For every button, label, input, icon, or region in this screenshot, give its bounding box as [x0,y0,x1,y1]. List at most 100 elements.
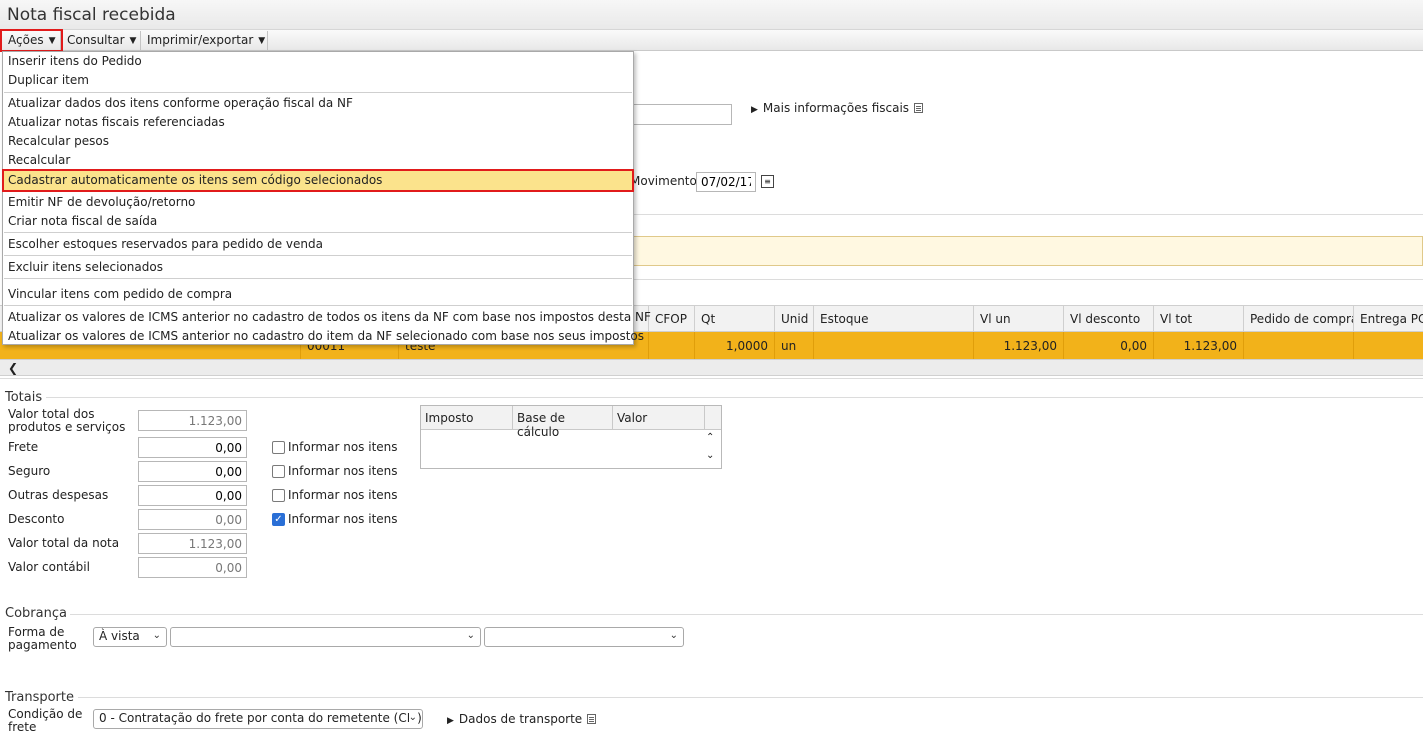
col-cfop[interactable]: CFOP [648,306,694,332]
seguro-informar-checkbox[interactable] [272,465,285,478]
menu-item-escolher-estoques[interactable]: Escolher estoques reservados para pedido… [3,236,633,254]
menu-item-vincular-pedido-compra[interactable]: Vincular itens com pedido de compra [3,286,633,304]
col-valor[interactable]: Valor [613,406,705,430]
outras-despesas-label: Outras despesas [8,488,109,502]
valor-contabil-input[interactable] [138,557,247,578]
menu-item-criar-nf-saida[interactable]: Criar nota fiscal de saída [3,213,633,231]
caret-down-icon: ▼ [129,36,137,46]
menu-separator [4,255,632,256]
col-estoque[interactable]: Estoque [813,306,973,332]
consultar-label: Consultar [67,33,125,47]
desconto-label: Desconto [8,512,65,526]
cell-vl-tot: 1.123,00 [1153,332,1243,359]
col-vl-desconto[interactable]: Vl desconto [1063,306,1153,332]
imprimir-menu-button[interactable]: Imprimir/exportar ▼ [141,31,268,50]
frete-input[interactable] [138,437,247,458]
chevron-down-icon: ⌄ [669,630,678,641]
horizontal-scrollbar[interactable]: ❮ [0,359,1423,376]
totais-section-title: Totais [5,390,43,405]
valor-total-input[interactable] [138,410,247,431]
movimento-label: Movimento [630,174,697,188]
consultar-menu-button[interactable]: Consultar ▼ [61,31,141,50]
conta-select[interactable]: ⌄ [484,627,684,647]
chevron-down-icon: ⌄ [466,630,475,641]
cell-cfop [648,332,694,359]
triangle-right-icon: ▶ [751,105,758,115]
menu-separator [4,92,632,93]
condicao-pagamento-select[interactable]: ⌄ [170,627,481,647]
menu-item-atualizar-notas-referenciadas[interactable]: Atualizar notas fiscais referenciadas [3,114,633,132]
seguro-input[interactable] [138,461,247,482]
valor-total-label: Valor total dos produtos e serviços [8,407,126,434]
scroll-left-icon[interactable]: ❮ [8,361,18,375]
frete-informar-checkbox[interactable] [272,441,285,454]
menu-item-recalcular-pesos[interactable]: Recalcular pesos [3,133,633,151]
col-entrega-pc[interactable]: Entrega PC [1353,306,1423,332]
chevron-down-icon: ⌄ [152,630,161,641]
calendar-icon[interactable]: ≡ [761,175,774,188]
desconto-input[interactable] [138,509,247,530]
menu-item-atualizar-icms-todos[interactable]: Atualizar os valores de ICMS anterior no… [3,309,651,327]
desconto-informar-label: Informar nos itens [288,512,398,526]
col-unid[interactable]: Unid [774,306,813,332]
divider [70,614,1423,615]
total-nota-input[interactable] [138,533,247,554]
divider [632,279,1423,280]
menu-item-cadastrar-automaticamente[interactable]: Cadastrar automaticamente os itens sem c… [2,169,634,192]
dados-transporte-link[interactable]: ▶ Dados de transporte [447,712,597,726]
outras-despesas-input[interactable] [138,485,247,506]
cell-entrega [1353,332,1423,359]
col-vl-tot[interactable]: Vl tot [1153,306,1243,332]
col-vl-un[interactable]: Vl un [973,306,1063,332]
divider [78,697,1423,698]
condicao-frete-value: 0 - Contratação do frete por conta do re… [99,711,422,725]
cell-vl-un: 1.123,00 [973,332,1063,359]
acoes-dropdown-menu: Inserir itens do Pedido Duplicar item At… [2,51,651,346]
frete-label: Frete [8,440,39,454]
dados-transporte-label: Dados de transporte [458,712,583,726]
menu-item-excluir-itens[interactable]: Excluir itens selecionados [3,259,633,277]
triangle-right-icon: ▶ [447,716,454,726]
page-title: Nota fiscal recebida [7,5,176,25]
chevron-down-icon: ⌄ [408,712,417,723]
forma-pagamento-label: Forma de pagamento [8,625,77,652]
menu-separator [4,232,632,233]
acoes-label: Ações [8,33,44,47]
scroll-down-icon[interactable]: ⌄ [706,450,714,461]
caret-down-icon: ▼ [48,36,56,46]
document-icon [914,103,924,113]
seguro-label: Seguro [8,464,51,478]
caret-down-icon: ▼ [258,36,266,46]
mais-informacoes-link[interactable]: ▶ Mais informações fiscais [751,101,924,115]
condicao-frete-select[interactable]: 0 - Contratação do frete por conta do re… [93,709,423,729]
col-qt[interactable]: Qt [694,306,774,332]
total-nota-label: Valor total da nota [8,536,120,550]
col-pedido-compra[interactable]: Pedido de compra [1243,306,1353,332]
valor-contabil-label: Valor contábil [8,560,90,574]
divider [0,378,1423,379]
cell-pedido [1243,332,1353,359]
scroll-up-icon[interactable]: ⌃ [706,432,714,443]
condicao-frete-label: Condição de frete [8,707,83,734]
cell-unid: un [774,332,813,359]
col-imposto[interactable]: Imposto [421,406,513,430]
desconto-informar-checkbox[interactable]: ✓ [272,513,285,526]
impostos-table: Imposto Base de cálculo Valor ⌃ ⌄ [420,405,722,469]
col-spacer [705,406,721,430]
menu-item-atualizar-icms-selecionado[interactable]: Atualizar os valores de ICMS anterior no… [3,328,644,346]
forma-pagamento-select[interactable]: À vista ⌄ [93,627,167,647]
menu-item-duplicar-item[interactable]: Duplicar item [3,72,633,90]
acoes-menu-button[interactable]: Ações ▼ [0,29,63,52]
menu-item-inserir-itens-pedido[interactable]: Inserir itens do Pedido [3,53,633,71]
movimento-date-input[interactable] [696,172,756,192]
menu-item-atualizar-dados-itens[interactable]: Atualizar dados dos itens conforme opera… [3,95,633,113]
transporte-section-title: Transporte [5,690,74,705]
outras-informar-checkbox[interactable] [272,489,285,502]
header-field[interactable] [632,104,732,125]
seguro-informar-label: Informar nos itens [288,464,398,478]
menu-item-recalcular[interactable]: Recalcular [3,152,633,170]
mais-informacoes-label: Mais informações fiscais [762,101,910,115]
menu-item-emitir-nf-devolucao[interactable]: Emitir NF de devolução/retorno [3,194,633,212]
notice-bar [632,236,1423,266]
col-base-calculo[interactable]: Base de cálculo [513,406,613,439]
